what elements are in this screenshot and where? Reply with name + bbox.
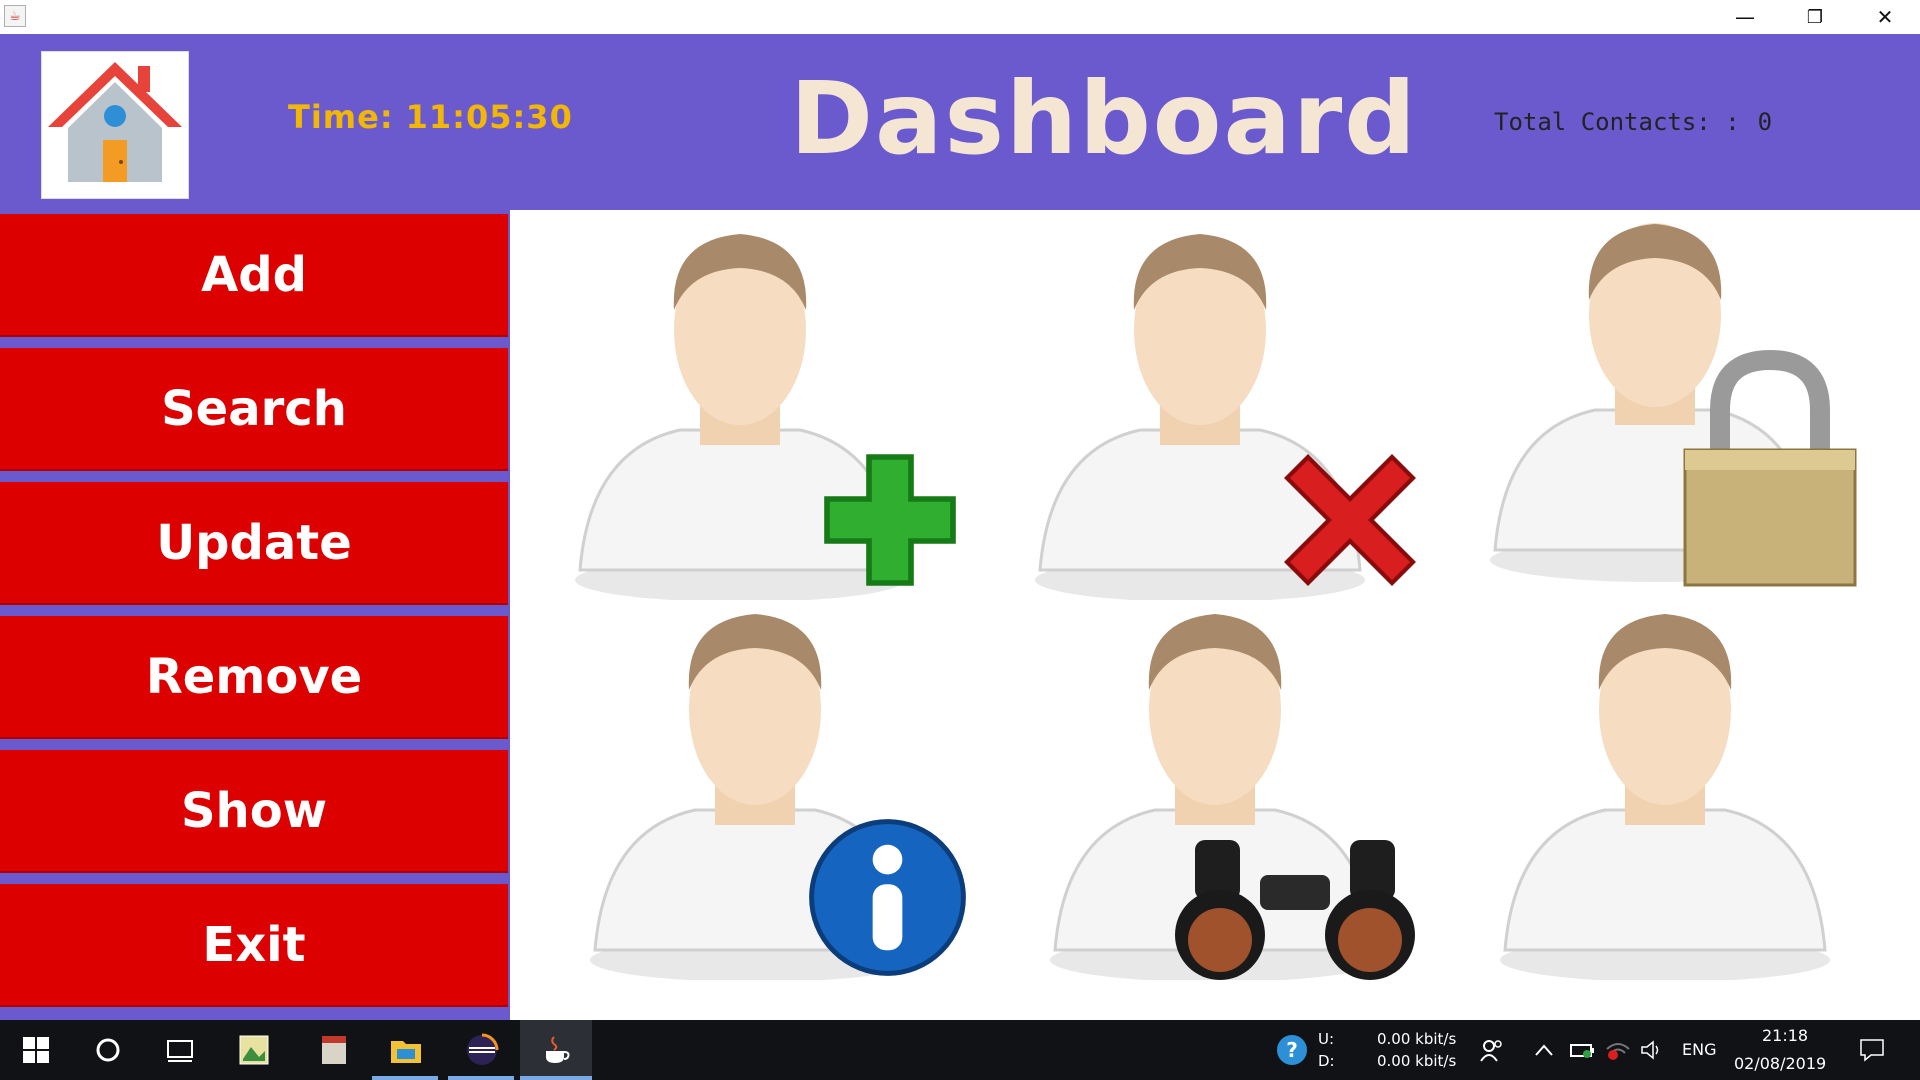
windows-taskbar: ? U: D: 0.00 kbit/s 0.00 kbit/s ENG 21:1…: [0, 1020, 1920, 1080]
volume-icon[interactable]: [1630, 1028, 1674, 1072]
binoculars-icon: [1175, 840, 1415, 980]
clock-time[interactable]: 21:18: [1762, 1026, 1808, 1045]
notifications-icon[interactable]: [1850, 1028, 1894, 1072]
network-upload-value: 0.00 kbit/s: [1377, 1030, 1457, 1048]
add-user-tile[interactable]: [570, 220, 970, 602]
time-value: 11:05:30: [405, 98, 573, 136]
eclipse-icon[interactable]: [460, 1028, 504, 1072]
notepad-icon[interactable]: [312, 1028, 356, 1072]
restore-button[interactable]: ❐: [1780, 0, 1850, 34]
eclipse-open-indicator: [448, 1076, 514, 1080]
update-button[interactable]: Update: [0, 482, 508, 605]
network-upload-label: U:: [1318, 1030, 1335, 1048]
search-button[interactable]: Search: [0, 348, 508, 471]
home-logo[interactable]: [41, 51, 189, 199]
time-label: Time:: [288, 98, 394, 136]
user-icon: [1500, 614, 1830, 982]
red-x-icon: [1284, 454, 1416, 586]
show-user-tile[interactable]: [1495, 600, 1895, 982]
time-display: Time: 11:05:30: [288, 98, 573, 136]
file-explorer-icon[interactable]: [384, 1028, 428, 1072]
image-viewer-icon[interactable]: [232, 1028, 276, 1072]
java-cup-icon[interactable]: ☕: [4, 5, 26, 27]
contacts-label: Total Contacts: :: [1494, 108, 1740, 136]
clock-date[interactable]: 02/08/2019: [1734, 1054, 1826, 1073]
network-download-label: D:: [1318, 1052, 1335, 1070]
green-plus-icon: [824, 454, 956, 586]
task-view-icon[interactable]: [158, 1028, 202, 1072]
sidebar-menu: Add Search Update Remove Show Exit: [0, 210, 510, 1020]
show-button[interactable]: Show: [0, 750, 508, 873]
page-title: Dashboard: [790, 60, 1418, 177]
remove-button[interactable]: Remove: [0, 616, 508, 739]
lock-user-tile[interactable]: [1485, 220, 1885, 600]
exit-button[interactable]: Exit: [0, 884, 508, 1007]
user-info-tile[interactable]: [585, 600, 985, 982]
window-titlebar: ☕ — ❐ ✕: [0, 0, 1920, 34]
house-icon: [48, 62, 182, 182]
network-download-value: 0.00 kbit/s: [1377, 1052, 1457, 1070]
people-icon[interactable]: [1470, 1028, 1514, 1072]
help-icon[interactable]: ?: [1270, 1028, 1314, 1072]
windows-start-icon[interactable]: [14, 1028, 58, 1072]
java-icon[interactable]: [534, 1028, 578, 1072]
remove-user-tile[interactable]: [1030, 220, 1430, 602]
svg-text:?: ?: [1286, 1038, 1298, 1062]
language-indicator[interactable]: ENG: [1682, 1040, 1716, 1059]
contacts-count: 0: [1757, 108, 1773, 136]
add-button[interactable]: Add: [0, 214, 508, 337]
info-icon: [809, 819, 966, 976]
padlock-icon: [1683, 350, 1857, 587]
explorer-open-indicator: [372, 1076, 438, 1080]
search-user-tile[interactable]: [1045, 600, 1445, 982]
cortana-circle-icon[interactable]: [86, 1028, 130, 1072]
dashboard-grid: [510, 210, 1920, 1020]
total-contacts: Total Contacts: : 0: [1494, 108, 1772, 136]
java-open-indicator: [520, 1076, 592, 1080]
close-button[interactable]: ✕: [1850, 0, 1920, 34]
minimize-button[interactable]: —: [1710, 0, 1780, 34]
header-bar: Time: 11:05:30 Dashboard Total Contacts: …: [0, 34, 1920, 210]
